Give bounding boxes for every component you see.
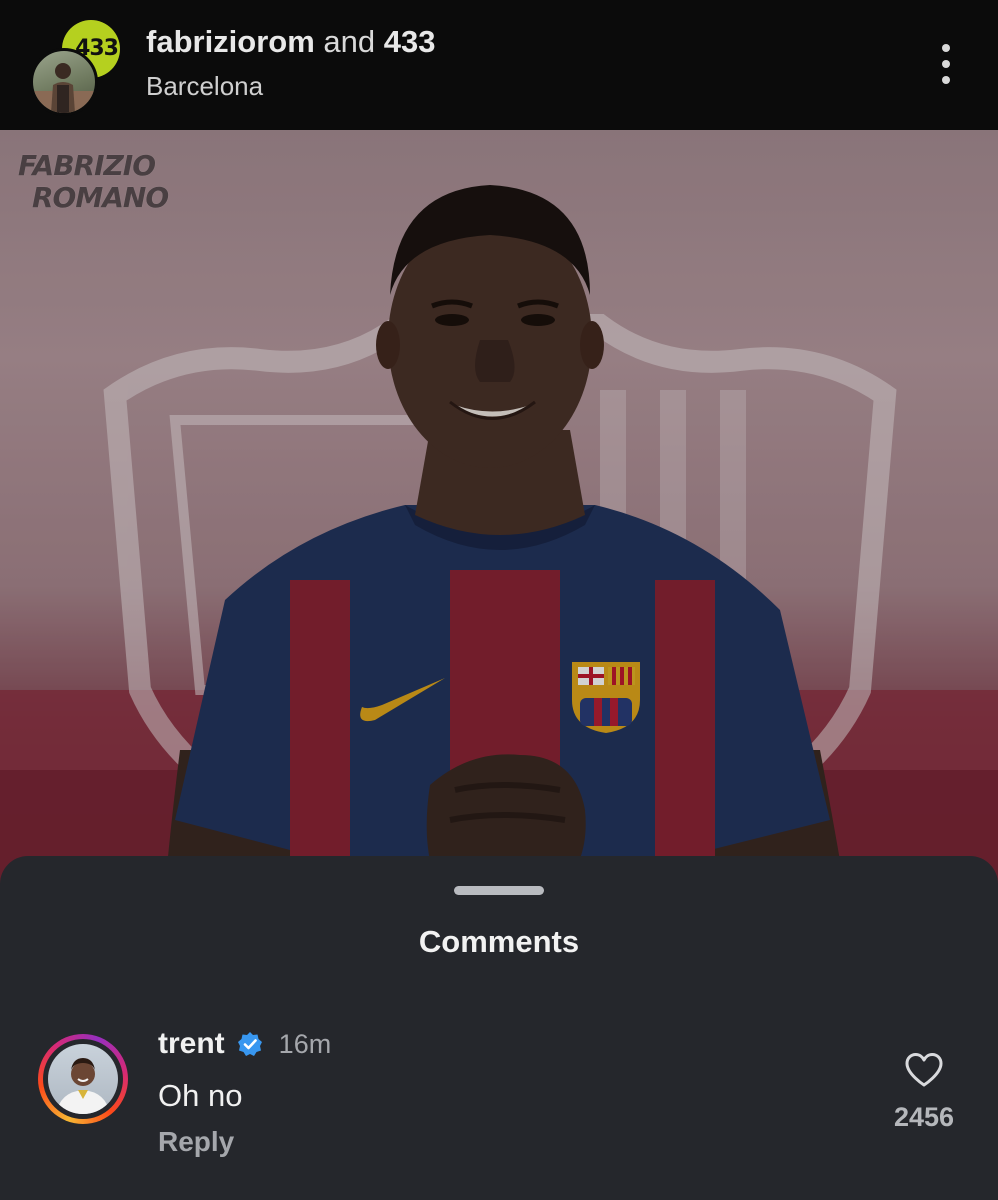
sheet-drag-handle[interactable] [454,886,544,895]
comment-meta: trent 16m [158,1024,331,1064]
comments-sheet: Comments trent 16m Oh no Reply 2456 [0,856,998,1200]
heart-outline-icon[interactable] [904,1052,944,1088]
post-authors: fabriziorom and 433 [146,22,436,62]
post-image[interactable]: FABRIZIO ROMANO [0,130,998,890]
comments-title: Comments [418,924,580,959]
commenter-photo-icon [48,1044,118,1114]
commenter-avatar[interactable] [38,1034,128,1124]
avatar-fabriziorom[interactable] [30,48,98,116]
reply-button[interactable]: Reply [158,1126,331,1158]
verified-badge-icon [237,1032,262,1056]
comment-body: trent 16m Oh no Reply [158,1024,331,1158]
like-count: 2456 [893,1102,955,1132]
profile-photo-icon [33,63,95,113]
more-vertical-icon [934,44,958,84]
comment-username[interactable]: trent [158,1027,225,1061]
comment-item: trent 16m Oh no Reply 2456 [0,1024,998,1174]
author-link-433[interactable]: 433 [384,24,436,59]
post-header-text: fabriziorom and 433 Barcelona [146,22,436,104]
post-location[interactable]: Barcelona [146,68,436,104]
more-options-button[interactable] [934,44,958,88]
author-link-fabriziorom[interactable]: fabriziorom [146,24,315,59]
post-header: 433 fabriziorom and 433 Barcelona [0,0,998,130]
comment-text: Oh no [158,1078,243,1113]
authors-joiner: and [323,24,376,59]
collab-avatars[interactable]: 433 [28,18,124,116]
image-dim-overlay [0,130,998,890]
post-viewer-screen: 433 fabriziorom and 433 Barcelona FABRIZ… [0,0,998,1200]
comment-like-area: 2456 [884,1052,964,1133]
comment-timestamp: 16m [278,1028,332,1059]
